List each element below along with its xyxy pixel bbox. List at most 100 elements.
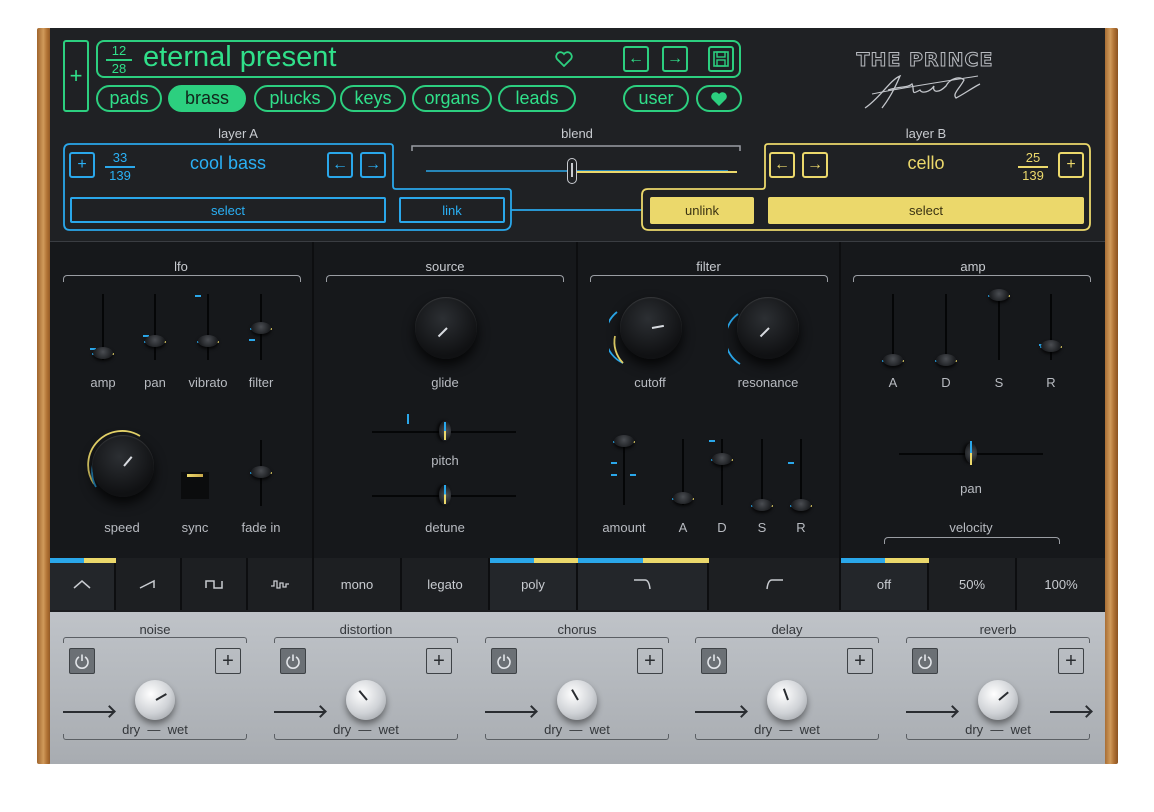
mono-button[interactable]: mono	[314, 558, 402, 610]
fx-bracket-bottom	[695, 734, 879, 740]
mod-marker	[630, 474, 636, 476]
power-icon	[707, 654, 721, 669]
active-indicator-b	[643, 558, 709, 563]
active-indicator-a	[50, 558, 84, 563]
amp-section: amp A D S R pan velocity	[841, 242, 1105, 558]
fader-line	[444, 422, 446, 440]
fx-power-button[interactable]	[491, 648, 517, 674]
lfo-bracket	[63, 275, 301, 282]
arrow-left-icon: ←	[332, 156, 348, 173]
active-indicator-b	[885, 558, 929, 563]
lfo-vibrato-fader[interactable]	[198, 335, 218, 347]
fx-power-button[interactable]	[69, 648, 95, 674]
amount-fader[interactable]	[614, 435, 634, 447]
fx-add-button[interactable]: +	[215, 648, 241, 674]
layer-a-prev-button[interactable]: ←	[327, 152, 353, 178]
filter-r-track[interactable]	[800, 439, 802, 505]
velocity-off-button[interactable]: off	[841, 558, 929, 610]
signal-arrow-icon	[695, 711, 745, 713]
layer-a-select-button[interactable]: select	[70, 197, 386, 223]
filter-bracket	[590, 275, 828, 282]
filter-a-fader[interactable]	[673, 492, 693, 504]
power-icon	[286, 654, 300, 669]
layer-a-next-button[interactable]: →	[360, 152, 386, 178]
layer-a-name[interactable]: cool bass	[160, 153, 296, 174]
fx-dry-wet-knob[interactable]	[557, 680, 597, 720]
fx-title: noise	[139, 622, 171, 637]
layer-b-name[interactable]: cello	[858, 153, 994, 174]
plus-icon: +	[1066, 156, 1076, 173]
fx-add-button[interactable]: +	[637, 648, 663, 674]
amp-r-fader[interactable]	[1041, 340, 1061, 352]
link-button[interactable]: link	[399, 197, 505, 223]
fx-power-button[interactable]	[701, 648, 727, 674]
velocity-50-button[interactable]: 50%	[929, 558, 1017, 610]
filter-r-fader[interactable]	[791, 499, 811, 511]
amp-r-label: R	[1046, 375, 1056, 390]
lfo-saw-button[interactable]	[116, 558, 182, 610]
legato-button[interactable]: legato	[402, 558, 490, 610]
filter-d-fader[interactable]	[712, 453, 732, 465]
filter-s-track[interactable]	[761, 439, 763, 505]
source-section: source glide pitch detune	[314, 242, 578, 558]
filter-d-track[interactable]	[721, 439, 723, 505]
filter-s-fader[interactable]	[752, 499, 772, 511]
speed-knob[interactable]	[92, 435, 154, 497]
amp-d-fader[interactable]	[936, 354, 956, 366]
unlink-button[interactable]: unlink	[650, 197, 754, 224]
fx-dry-wet-knob[interactable]	[767, 680, 807, 720]
amp-a-fader[interactable]	[883, 354, 903, 366]
cutoff-knob[interactable]	[620, 297, 682, 359]
power-icon	[75, 654, 89, 669]
plus-icon: +	[644, 649, 656, 672]
lowpass-button[interactable]	[578, 558, 709, 610]
lfo-amp-fader[interactable]	[93, 347, 113, 359]
amount-track[interactable]	[623, 439, 625, 505]
glide-knob[interactable]	[415, 297, 477, 359]
lfo-pan-track[interactable]	[154, 294, 156, 360]
cutoff-label: cutoff	[634, 375, 666, 390]
amp-s-track[interactable]	[998, 294, 1000, 360]
mod-marker	[611, 462, 617, 464]
lfo-random-button[interactable]	[248, 558, 314, 610]
amp-s-fader[interactable]	[989, 289, 1009, 301]
sync-toggle[interactable]	[181, 472, 209, 499]
blend-slider[interactable]	[426, 158, 737, 184]
lfo-pan-fader[interactable]	[145, 335, 165, 347]
fx-dry-wet-knob[interactable]	[978, 680, 1018, 720]
fx-power-button[interactable]	[280, 648, 306, 674]
plus-icon: +	[433, 649, 445, 672]
velocity-bracket	[884, 537, 1060, 544]
fx-dry-wet-knob[interactable]	[135, 680, 175, 720]
lfo-square-button[interactable]	[182, 558, 248, 610]
resonance-knob[interactable]	[737, 297, 799, 359]
fade-in-fader[interactable]	[251, 466, 271, 478]
lfo-sine-button[interactable]	[50, 558, 116, 610]
layer-b-select-button[interactable]: select	[768, 197, 1084, 224]
highpass-button[interactable]	[709, 558, 841, 610]
layer-b-next-button[interactable]: →	[802, 152, 828, 178]
fx-bracket	[906, 637, 1090, 643]
fx-add-button[interactable]: +	[1058, 648, 1084, 674]
glide-label: glide	[431, 375, 459, 390]
amp-a-track[interactable]	[892, 294, 894, 360]
lfo-filter-fader[interactable]	[251, 322, 271, 334]
power-icon	[497, 654, 511, 669]
amp-d-track[interactable]	[945, 294, 947, 360]
blend-slider-handle[interactable]	[567, 158, 577, 184]
lfo-vibrato-track[interactable]	[207, 294, 209, 360]
lowpass-icon	[633, 579, 651, 590]
layer-b-prev-button[interactable]: 25←	[769, 152, 795, 178]
signal-arrow-icon	[1050, 711, 1090, 713]
layer-a-add-button[interactable]: +	[69, 152, 95, 178]
velocity-100-button[interactable]: 100%	[1017, 558, 1105, 610]
layer-b-add-button[interactable]: +	[1058, 152, 1084, 178]
fx-power-button[interactable]	[912, 648, 938, 674]
plus-icon: +	[77, 156, 87, 173]
fx-add-button[interactable]: +	[426, 648, 452, 674]
poly-button[interactable]: poly	[490, 558, 578, 610]
fx-dry-wet-knob[interactable]	[346, 680, 386, 720]
mod-marker	[195, 295, 201, 297]
fx-add-button[interactable]: +	[847, 648, 873, 674]
arrow-left-icon: ←	[774, 156, 790, 173]
